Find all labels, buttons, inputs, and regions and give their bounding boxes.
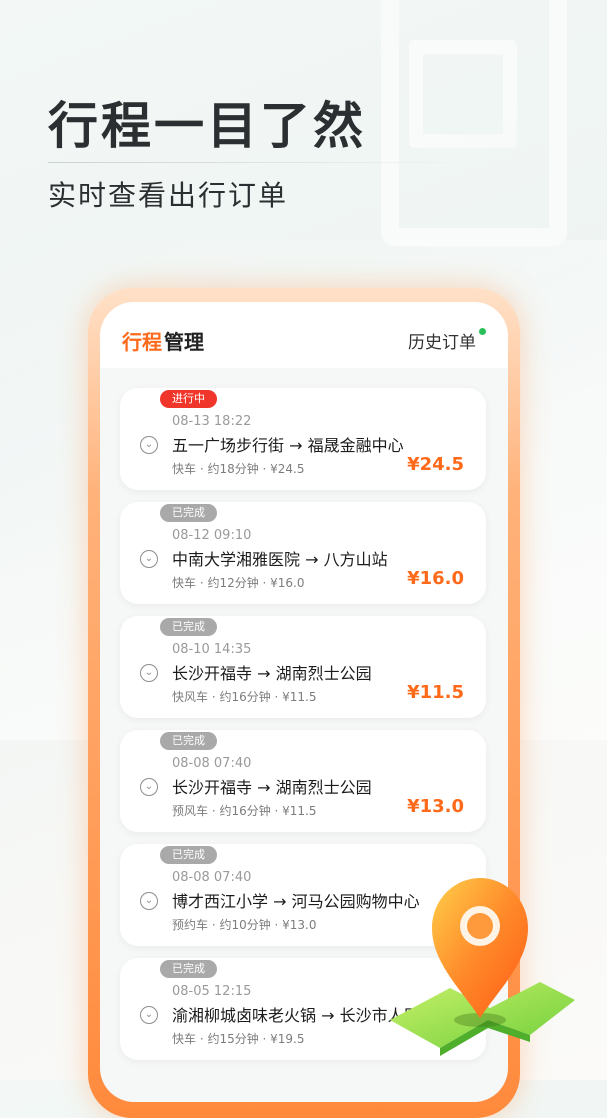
- order-route: 长沙开福寺 → 湖南烈士公园: [172, 778, 372, 797]
- order-card[interactable]: 已完成 08-08 07:40 ⌄ 长沙开福寺 → 湖南烈士公园 预风车 · 约…: [120, 730, 486, 832]
- order-time: 08-10 14:35: [172, 642, 252, 657]
- order-meta: 快风车 · 约16分钟 · ¥11.5: [172, 690, 317, 704]
- promo-subline: 实时查看出行订单: [48, 179, 289, 212]
- order-route: 长沙开福寺 → 湖南烈士公园: [172, 664, 372, 683]
- chevron-down-icon[interactable]: ⌄: [140, 664, 158, 682]
- order-time: 08-08 07:40: [172, 756, 252, 771]
- order-meta: 快车 · 约12分钟 · ¥16.0: [172, 576, 305, 590]
- status-badge: 已完成: [160, 618, 217, 636]
- headline-divider: [48, 162, 478, 163]
- order-time: 08-08 07:40: [172, 870, 252, 885]
- chevron-down-icon[interactable]: ⌄: [140, 892, 158, 910]
- chevron-down-icon[interactable]: ⌄: [140, 436, 158, 454]
- order-route: 中南大学湘雅医院 → 八方山站: [172, 550, 388, 569]
- order-card[interactable]: 已完成 08-12 09:10 ⌄ 中南大学湘雅医院 → 八方山站 快车 · 约…: [120, 502, 486, 604]
- status-badge: 已完成: [160, 732, 217, 750]
- order-time: 08-12 09:10: [172, 528, 252, 543]
- status-badge: 已完成: [160, 504, 217, 522]
- background-square-decoration: [409, 40, 517, 148]
- app-header: 行程 管理 历史订单: [100, 302, 508, 368]
- order-price: ¥13.0: [407, 796, 464, 817]
- order-meta: 快车 · 约18分钟 · ¥24.5: [172, 462, 305, 476]
- chevron-down-icon[interactable]: ⌄: [140, 778, 158, 796]
- order-time: 08-05 12:15: [172, 984, 252, 999]
- online-status-dot: [479, 328, 486, 335]
- chevron-down-icon[interactable]: ⌄: [140, 1006, 158, 1024]
- status-badge: 已完成: [160, 960, 217, 978]
- order-time: 08-13 18:22: [172, 414, 252, 429]
- status-badge: 进行中: [160, 390, 217, 408]
- chevron-down-icon[interactable]: ⌄: [140, 550, 158, 568]
- order-meta: 快车 · 约15分钟 · ¥19.5: [172, 1032, 305, 1046]
- history-orders-link[interactable]: 历史订单: [408, 328, 476, 353]
- order-price: ¥11.5: [407, 682, 464, 703]
- order-card[interactable]: 进行中 08-13 18:22 ⌄ 五一广场步行街 → 福晟金融中心 快车 · …: [120, 388, 486, 490]
- status-badge: 已完成: [160, 846, 217, 864]
- page-title: 管理: [164, 330, 204, 354]
- order-price: ¥24.5: [407, 454, 464, 475]
- promo-headline: 行程一目了然: [48, 97, 366, 155]
- order-meta: 预风车 · 约16分钟 · ¥11.5: [172, 804, 317, 818]
- order-price: ¥16.0: [407, 568, 464, 589]
- page-title-accent: 行程: [122, 330, 162, 354]
- map-pin-illustration: [380, 870, 580, 1060]
- order-meta: 预约车 · 约10分钟 · ¥13.0: [172, 918, 317, 932]
- order-card[interactable]: 已完成 08-10 14:35 ⌄ 长沙开福寺 → 湖南烈士公园 快风车 · 约…: [120, 616, 486, 718]
- order-route: 五一广场步行街 → 福晟金融中心: [172, 436, 404, 455]
